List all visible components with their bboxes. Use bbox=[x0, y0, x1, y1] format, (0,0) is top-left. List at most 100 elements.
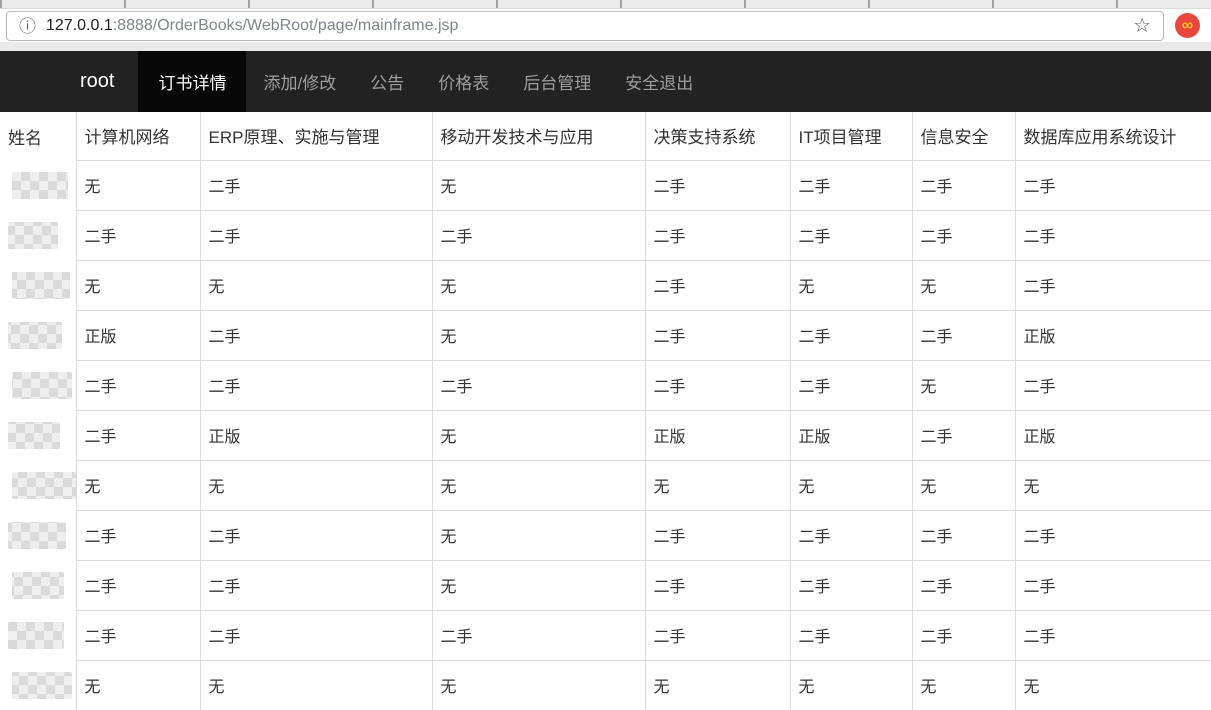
order-status-cell: 正版 bbox=[200, 410, 432, 460]
order-status-cell: 二手 bbox=[76, 360, 200, 410]
order-status-cell: 二手 bbox=[200, 610, 432, 660]
navbar-item-5[interactable]: 后台管理 bbox=[506, 51, 608, 112]
table-row: 无二手无二手二手二手二手 bbox=[0, 160, 1211, 210]
order-status-cell: 无 bbox=[200, 660, 432, 710]
table-row: 正版二手无二手二手二手正版 bbox=[0, 310, 1211, 360]
browser-url-row: ⓘ 127.0.0.1 :8888/OrderBooks/WebRoot/pag… bbox=[0, 9, 1211, 42]
navbar-brand-root[interactable]: root bbox=[0, 51, 138, 112]
redacted-name bbox=[8, 322, 62, 349]
name-cell bbox=[0, 210, 76, 260]
order-status-cell: 二手 bbox=[912, 210, 1015, 260]
order-status-cell: 二手 bbox=[645, 160, 790, 210]
order-status-cell: 无 bbox=[76, 660, 200, 710]
order-status-cell: 二手 bbox=[790, 160, 912, 210]
order-status-cell: 二手 bbox=[200, 560, 432, 610]
order-status-cell: 二手 bbox=[200, 210, 432, 260]
order-status-cell: 二手 bbox=[1015, 560, 1211, 610]
table-row: 二手二手二手二手二手无二手 bbox=[0, 360, 1211, 410]
order-status-cell: 二手 bbox=[645, 560, 790, 610]
column-header-3: ERP原理、实施与管理 bbox=[200, 112, 432, 160]
column-header-1: 姓名 bbox=[0, 112, 76, 160]
order-status-cell: 二手 bbox=[645, 260, 790, 310]
order-status-cell: 无 bbox=[432, 460, 645, 510]
order-status-cell: 二手 bbox=[1015, 210, 1211, 260]
table-row: 二手正版无正版正版二手正版 bbox=[0, 410, 1211, 460]
navbar-item-4[interactable]: 价格表 bbox=[421, 51, 506, 112]
order-status-cell: 无 bbox=[912, 260, 1015, 310]
order-status-cell: 二手 bbox=[645, 210, 790, 260]
navbar-item-3[interactable]: 公告 bbox=[353, 51, 421, 112]
url-bar[interactable]: ⓘ 127.0.0.1 :8888/OrderBooks/WebRoot/pag… bbox=[6, 11, 1164, 41]
order-status-cell: 二手 bbox=[76, 610, 200, 660]
bookmark-star-icon[interactable]: ☆ bbox=[1133, 16, 1151, 36]
order-status-cell: 二手 bbox=[912, 560, 1015, 610]
order-status-cell: 二手 bbox=[1015, 510, 1211, 560]
url-host-text: 127.0.0.1 bbox=[46, 17, 113, 35]
order-status-cell: 二手 bbox=[432, 360, 645, 410]
column-header-7: 信息安全 bbox=[912, 112, 1015, 160]
name-cell bbox=[0, 560, 76, 610]
order-status-cell: 无 bbox=[1015, 660, 1211, 710]
extension-icon[interactable]: ∞ bbox=[1175, 13, 1200, 38]
table-header-row: 姓名计算机网络ERP原理、实施与管理移动开发技术与应用决策支持系统IT项目管理信… bbox=[0, 112, 1211, 160]
redacted-name bbox=[12, 172, 68, 199]
column-header-4: 移动开发技术与应用 bbox=[432, 112, 645, 160]
order-status-cell: 二手 bbox=[432, 610, 645, 660]
order-status-cell: 二手 bbox=[200, 160, 432, 210]
navbar-item-6[interactable]: 安全退出 bbox=[608, 51, 710, 112]
order-status-cell: 无 bbox=[790, 660, 912, 710]
order-status-cell: 二手 bbox=[200, 360, 432, 410]
order-status-cell: 二手 bbox=[790, 210, 912, 260]
redacted-name bbox=[8, 522, 66, 549]
order-status-cell: 二手 bbox=[645, 510, 790, 560]
browser-content-divider bbox=[0, 42, 1211, 51]
order-status-cell: 无 bbox=[76, 160, 200, 210]
url-path-text: :8888/OrderBooks/WebRoot/page/mainframe.… bbox=[113, 17, 459, 35]
order-status-cell: 正版 bbox=[1015, 410, 1211, 460]
name-cell bbox=[0, 660, 76, 710]
order-status-cell: 二手 bbox=[645, 610, 790, 660]
order-status-cell: 二手 bbox=[1015, 160, 1211, 210]
column-header-8: 数据库应用系统设计 bbox=[1015, 112, 1211, 160]
order-status-cell: 二手 bbox=[200, 510, 432, 560]
redacted-name bbox=[8, 622, 64, 649]
name-cell bbox=[0, 160, 76, 210]
table-row: 二手二手无二手二手二手二手 bbox=[0, 560, 1211, 610]
order-status-cell: 无 bbox=[432, 310, 645, 360]
order-status-cell: 二手 bbox=[912, 310, 1015, 360]
table-row: 二手二手二手二手二手二手二手 bbox=[0, 610, 1211, 660]
browser-tab-strip bbox=[0, 0, 1211, 9]
navbar-item-2[interactable]: 添加/修改 bbox=[246, 51, 353, 112]
order-status-cell: 无 bbox=[76, 260, 200, 310]
name-cell bbox=[0, 610, 76, 660]
navbar-item-1[interactable]: 订书详情 bbox=[138, 51, 246, 112]
order-status-cell: 正版 bbox=[790, 410, 912, 460]
redacted-name bbox=[12, 572, 64, 599]
redacted-name bbox=[8, 422, 60, 449]
order-status-cell: 二手 bbox=[912, 160, 1015, 210]
order-status-cell: 正版 bbox=[76, 310, 200, 360]
name-cell bbox=[0, 360, 76, 410]
order-status-cell: 无 bbox=[432, 260, 645, 310]
page-info-icon[interactable]: ⓘ bbox=[19, 18, 36, 35]
order-status-cell: 二手 bbox=[76, 210, 200, 260]
order-status-cell: 无 bbox=[912, 660, 1015, 710]
order-status-cell: 二手 bbox=[912, 610, 1015, 660]
order-status-cell: 无 bbox=[790, 260, 912, 310]
redacted-name bbox=[12, 272, 70, 299]
name-cell bbox=[0, 260, 76, 310]
order-status-cell: 无 bbox=[645, 460, 790, 510]
redacted-name bbox=[12, 472, 76, 499]
table-row: 无无无无无无无 bbox=[0, 460, 1211, 510]
column-header-6: IT项目管理 bbox=[790, 112, 912, 160]
order-status-cell: 无 bbox=[790, 460, 912, 510]
order-status-cell: 二手 bbox=[1015, 360, 1211, 410]
order-status-cell: 无 bbox=[912, 460, 1015, 510]
redacted-name bbox=[12, 672, 72, 699]
redacted-name bbox=[8, 222, 58, 249]
table-row: 无无无二手无无二手 bbox=[0, 260, 1211, 310]
table-row: 二手二手二手二手二手二手二手 bbox=[0, 210, 1211, 260]
order-status-cell: 无 bbox=[432, 160, 645, 210]
order-status-cell: 二手 bbox=[76, 510, 200, 560]
table-row: 无无无无无无无 bbox=[0, 660, 1211, 710]
